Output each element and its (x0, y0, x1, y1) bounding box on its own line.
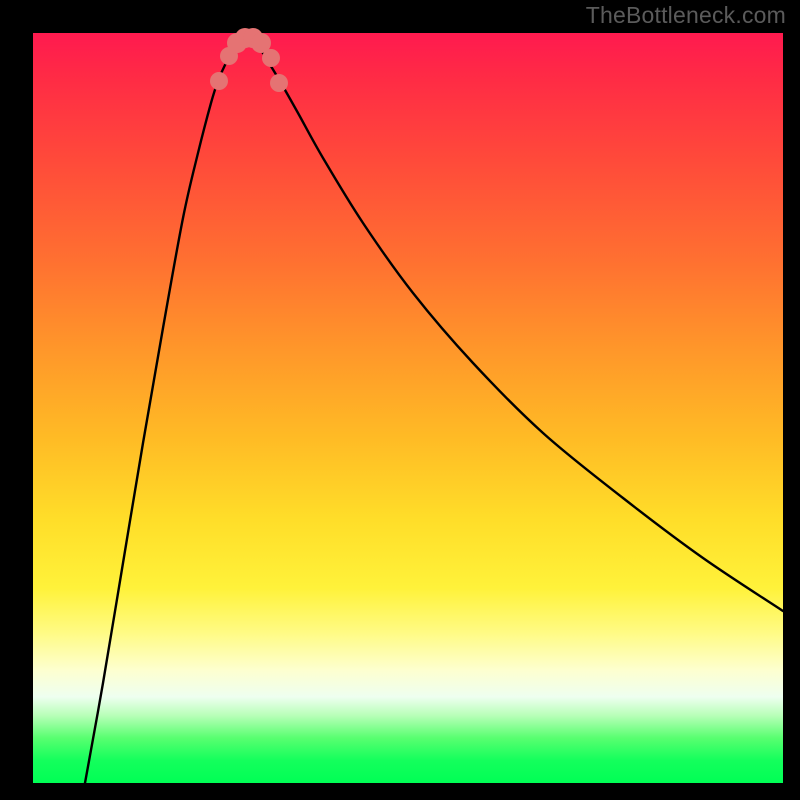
valley-markers (210, 28, 288, 92)
curve-left-branch (85, 38, 249, 783)
chart-svg (33, 33, 783, 783)
valley-marker (210, 72, 228, 90)
valley-marker (262, 49, 280, 67)
valley-marker (270, 74, 288, 92)
plot-area (33, 33, 783, 783)
watermark-text: TheBottleneck.com (586, 2, 786, 29)
chart-frame: TheBottleneck.com (0, 0, 800, 800)
curve-right-branch (249, 38, 783, 611)
